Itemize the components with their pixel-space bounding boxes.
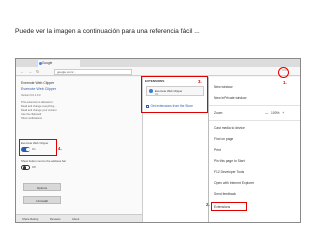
- address-bar[interactable]: google.com/...: [54, 68, 132, 75]
- about-link[interactable]: About: [72, 217, 79, 221]
- bottom-link-bar: Share Rating Reviews About: [16, 214, 142, 222]
- page-header: Evernote Web Clipper: [21, 81, 55, 85]
- permission-line: Use the clipboard: [21, 113, 42, 116]
- annotation-number-3: 3.: [198, 79, 202, 84]
- zoom-out-button[interactable]: —: [265, 111, 268, 115]
- menu-item-zoom: Zoom: [214, 111, 223, 115]
- annotation-number-2: 2.: [206, 202, 210, 207]
- toggle-off-label: Off: [32, 165, 36, 169]
- google-favicon-icon: [39, 62, 42, 65]
- menu-item-print[interactable]: Print: [214, 148, 221, 152]
- tab-title: Google: [42, 61, 53, 65]
- refresh-icon[interactable]: ↻: [36, 69, 40, 74]
- options-button[interactable]: Options: [23, 183, 61, 191]
- menu-item-developer-tools[interactable]: F12 Developer Tools: [214, 170, 244, 174]
- menu-separator: [209, 105, 300, 106]
- show-button-label: Show button next to the address bar: [21, 159, 66, 163]
- tab-bar: Google: [16, 59, 300, 67]
- menu-item-new-inprivate-window[interactable]: New InPrivate window: [214, 96, 246, 100]
- menu-item-cast-media[interactable]: Cast media to device: [214, 126, 245, 130]
- menu-item-send-feedback[interactable]: Send feedback: [214, 192, 236, 196]
- menu-item-new-window[interactable]: New window: [214, 85, 233, 89]
- browser-screenshot: Google ← → ↻ google.com/... ⋯ Evernote W…: [15, 58, 301, 223]
- annotation-number-4: 4.: [58, 146, 62, 151]
- annotation-box-extensions-item: [211, 202, 247, 211]
- uninstall-button[interactable]: Uninstall: [23, 196, 61, 204]
- menu-item-find-on-page[interactable]: Find on page: [214, 137, 233, 141]
- caption-text: Puede ver la imagen a continuación para …: [15, 28, 200, 35]
- zoom-in-button[interactable]: +: [282, 111, 284, 115]
- annotation-circle-more-button: [278, 67, 289, 78]
- zoom-value: 100%: [271, 111, 280, 115]
- reviews-link[interactable]: Reviews: [50, 217, 61, 221]
- extension-heading: Evernote Web Clipper: [21, 87, 57, 91]
- back-arrow-icon[interactable]: ←: [20, 69, 24, 74]
- forward-arrow-icon[interactable]: →: [28, 69, 32, 74]
- menu-item-pin-to-start[interactable]: Pin this page to Start: [214, 159, 245, 163]
- navigation-bar: ← → ↻ google.com/... ⋯: [16, 67, 300, 76]
- annotation-number-1: 1.: [283, 80, 287, 85]
- annotation-box-toggle: [19, 139, 57, 156]
- permission-line: Show notifications: [21, 117, 42, 120]
- menu-separator: [209, 120, 300, 121]
- version-text: Version 6.0.1.0.0: [21, 94, 41, 97]
- browser-tab[interactable]: Google: [38, 60, 80, 67]
- permission-line: This extension is allowed to:: [21, 101, 54, 104]
- permission-line: Read and change everything...: [21, 105, 57, 108]
- share-rating-link[interactable]: Share Rating: [22, 217, 38, 221]
- menu-item-open-with-ie[interactable]: Open with Internet Explorer: [214, 181, 254, 185]
- zoom-controls: — 100% +: [265, 111, 284, 115]
- permission-line: Read and change your content: [21, 109, 57, 112]
- show-button-toggle[interactable]: [21, 165, 30, 170]
